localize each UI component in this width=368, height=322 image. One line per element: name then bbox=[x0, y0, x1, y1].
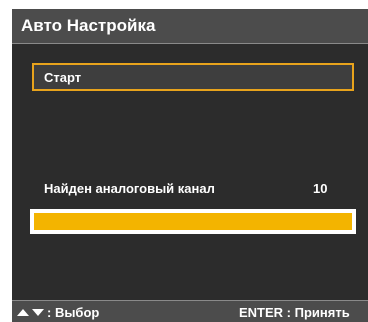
start-button-label: Старт bbox=[44, 70, 82, 85]
start-button[interactable]: Старт bbox=[32, 63, 354, 91]
up-arrow-icon bbox=[17, 309, 29, 316]
enter-hint: ENTER : Принять bbox=[239, 305, 350, 320]
title-bar: Авто Настройка bbox=[12, 9, 368, 44]
select-hint: : Выбор bbox=[17, 305, 99, 320]
found-channel-count: 10 bbox=[313, 181, 328, 196]
down-arrow-icon bbox=[32, 309, 44, 316]
dialog-title: Авто Настройка bbox=[21, 16, 156, 35]
scan-progress-fill bbox=[34, 213, 352, 230]
select-hint-label: : Выбор bbox=[47, 305, 100, 320]
scan-progress-bar bbox=[30, 209, 356, 234]
footer-hint-bar: : Выбор ENTER : Принять bbox=[12, 300, 368, 322]
found-channel-label: Найден аналоговый канал bbox=[44, 181, 215, 196]
auto-tuning-dialog: Авто Настройка Старт Найден аналоговый к… bbox=[12, 9, 368, 322]
